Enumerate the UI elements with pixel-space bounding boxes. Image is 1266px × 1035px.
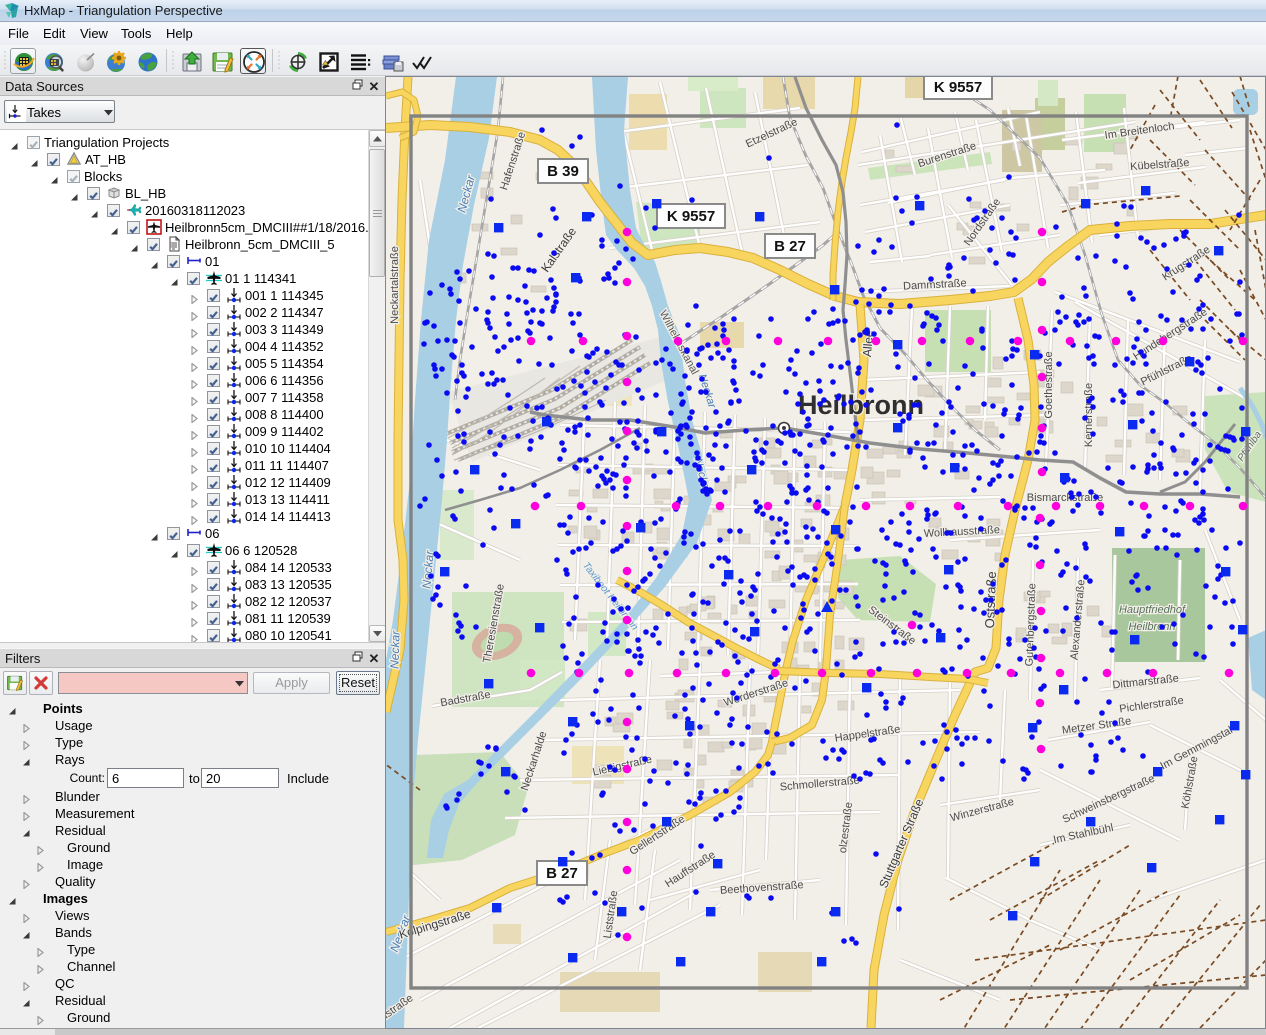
svg-text:Kernerstraße: Kernerstraße — [1083, 383, 1095, 447]
svg-text:Neckar: Neckar — [387, 630, 402, 669]
svg-text:Goethestraße: Goethestraße — [1043, 351, 1055, 418]
svg-text:B 39: B 39 — [547, 163, 579, 180]
svg-text:K 9557: K 9557 — [667, 208, 715, 225]
svg-text:B 27: B 27 — [546, 865, 578, 882]
svg-text:Neckartalstraße: Neckartalstraße — [389, 246, 401, 324]
svg-text:B 27: B 27 — [774, 238, 806, 255]
svg-text:K 9557: K 9557 — [934, 79, 982, 96]
svg-text:Hauptfriedhof: Hauptfriedhof — [1119, 604, 1186, 616]
svg-text:Heilbronn: Heilbronn — [1128, 621, 1175, 633]
